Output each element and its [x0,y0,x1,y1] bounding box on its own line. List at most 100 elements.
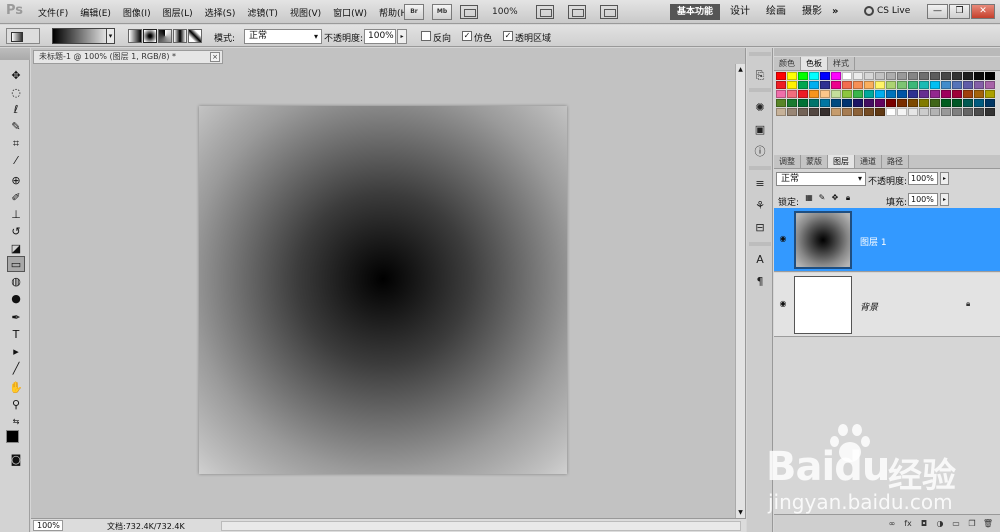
lock-pixels-icon[interactable]: ✎ [817,193,827,203]
fill-input[interactable]: 100% [908,193,938,206]
zoom-tool-icon[interactable]: ⚲ [7,397,25,413]
color-swatch[interactable] [897,72,907,80]
color-swatch[interactable] [985,81,995,89]
lasso-tool-icon[interactable]: ℓ [7,102,25,118]
scroll-down-icon[interactable]: ▼ [737,509,744,516]
color-swatch[interactable] [941,81,951,89]
character-panel-icon[interactable]: A [752,252,768,268]
color-swatch[interactable] [941,108,951,116]
color-swatch[interactable] [941,72,951,80]
workspace-photography[interactable]: 摄影 [802,4,822,20]
color-swatch[interactable] [930,81,940,89]
reverse-checkbox[interactable] [421,31,431,41]
layer-style-icon[interactable]: fx [902,519,914,529]
delete-layer-icon[interactable]: 🗑︎ [982,519,994,529]
toolbox-handle[interactable] [0,48,30,60]
color-swatch[interactable] [875,81,885,89]
color-swatch[interactable] [798,81,808,89]
lock-position-icon[interactable]: ✥ [830,193,840,203]
color-swatch[interactable] [908,81,918,89]
cs-live-button[interactable]: CS Live [864,6,910,16]
new-layer-icon[interactable]: ❐ [966,519,978,529]
color-swatch[interactable] [776,81,786,89]
dither-checkbox[interactable]: ✓ [462,31,472,41]
blend-mode-select[interactable]: 正常 ▾ [776,172,866,186]
color-swatch[interactable] [831,90,841,98]
opacity-slider-button[interactable]: ▸ [397,29,407,44]
gradient-preview[interactable] [52,28,114,44]
color-swatch[interactable] [798,99,808,107]
color-swatch[interactable] [963,99,973,107]
color-swatch[interactable] [974,90,984,98]
visibility-eye-icon[interactable]: ◉ [777,299,789,309]
color-swatch[interactable] [963,108,973,116]
tab-channels[interactable]: 通道 [855,155,882,168]
color-swatch[interactable] [963,90,973,98]
zoom-level-select[interactable]: 100% [492,7,518,17]
canvas-radial-gradient[interactable] [199,106,567,474]
quick-mask-icon[interactable]: ◙ [7,452,25,468]
color-swatch[interactable] [787,72,797,80]
type-tool-icon[interactable]: T [7,327,25,343]
menu-window[interactable]: 窗口(W) [333,6,367,19]
color-swatch[interactable] [963,72,973,80]
color-swatch[interactable] [809,108,819,116]
color-swatch[interactable] [941,90,951,98]
menu-filter[interactable]: 滤镜(T) [247,6,278,19]
color-swatch[interactable] [952,81,962,89]
adjustment-layer-icon[interactable]: ◑ [934,519,946,529]
line-tool-icon[interactable]: ╱ [7,361,25,377]
color-swatch[interactable] [897,99,907,107]
color-swatch[interactable] [875,99,885,107]
color-swatch[interactable] [842,81,852,89]
horizontal-scrollbar[interactable] [221,521,741,531]
workspace-design[interactable]: 设计 [730,4,750,20]
angle-gradient-button[interactable] [158,29,172,43]
navigator-panel-icon[interactable]: ✺ [752,100,768,116]
color-swatch[interactable] [886,90,896,98]
opacity-input[interactable]: 100% [364,29,396,44]
clone-stamp-tool-icon[interactable]: ⊥ [7,207,25,223]
history-panel-icon[interactable]: ⎘ [752,68,768,84]
history-brush-tool-icon[interactable]: ↺ [7,224,25,240]
tab-adjustments[interactable]: 调整 [774,155,801,168]
menu-view[interactable]: 视图(V) [290,6,321,19]
vertical-scrollbar[interactable]: ▲ ▼ [735,64,745,518]
color-swatch[interactable] [853,99,863,107]
brush-tool-icon[interactable]: ✐ [7,190,25,206]
panel-group-handle[interactable] [774,48,1000,56]
layer-name[interactable]: 图层 1 [860,235,887,248]
color-swatch[interactable] [985,108,995,116]
tab-styles[interactable]: 样式 [828,57,855,70]
foreground-color-swatch[interactable] [6,430,19,443]
color-swatch[interactable] [930,99,940,107]
color-swatch[interactable] [908,99,918,107]
document-tab[interactable]: 未标题-1 @ 100% (图层 1, RGB/8) * × [33,50,223,64]
color-swatch[interactable] [974,99,984,107]
mini-bridge-button[interactable]: Mb [432,4,452,20]
fill-slider-button[interactable]: ▸ [940,193,949,206]
color-swatch[interactable] [842,99,852,107]
color-swatch[interactable] [864,99,874,107]
tab-color[interactable]: 颜色 [774,57,801,70]
color-swatch[interactable] [831,81,841,89]
color-swatch[interactable] [842,72,852,80]
pen-tool-icon[interactable]: ✒ [7,310,25,326]
color-swatch[interactable] [787,90,797,98]
color-swatch[interactable] [897,90,907,98]
hand-tool-icon[interactable] [535,5,554,19]
lock-all-icon[interactable]: 🔒︎ [843,193,853,203]
menu-edit[interactable]: 编辑(E) [80,6,111,19]
color-swatch[interactable] [864,108,874,116]
eraser-tool-icon[interactable]: ◪ [7,241,25,257]
color-swatch[interactable] [787,99,797,107]
color-swatch[interactable] [963,81,973,89]
tab-masks[interactable]: 蒙版 [801,155,828,168]
color-swatch[interactable] [897,81,907,89]
tab-layers[interactable]: 图层 [828,155,855,168]
color-swatch[interactable] [776,108,786,116]
tab-paths[interactable]: 路径 [882,155,909,168]
reflected-gradient-button[interactable] [173,29,187,43]
color-swatch[interactable] [853,108,863,116]
workspace-painting[interactable]: 绘画 [766,4,786,20]
